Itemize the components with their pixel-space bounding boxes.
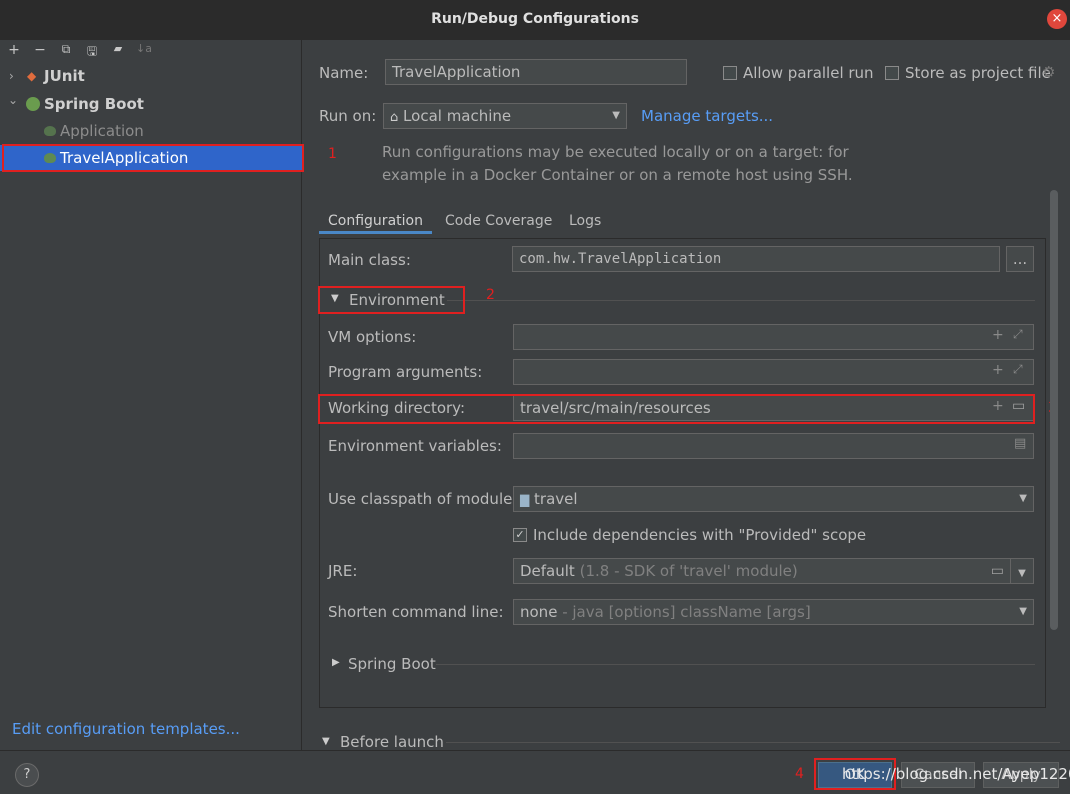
title-bar: Run/Debug Configurations — [0, 0, 1070, 40]
help-button[interactable]: ? — [15, 763, 39, 787]
tab-configuration[interactable]: Configuration — [319, 208, 432, 234]
before-launch-toggle[interactable]: Before launch — [340, 733, 444, 751]
environment-variables-label: Environment variables: — [328, 437, 502, 455]
triangle-right-icon[interactable]: ▶ — [332, 657, 340, 668]
manage-targets-link[interactable]: Manage targets... — [641, 107, 773, 125]
main-class-label: Main class: — [328, 251, 411, 269]
jre-dropdown-button[interactable]: ▼ — [1010, 558, 1034, 584]
jre-hint: (1.8 - SDK of 'travel' module) — [579, 562, 798, 580]
vm-options-input[interactable] — [513, 324, 1034, 350]
tree-item-label: Spring Boot — [44, 95, 144, 113]
environment-variables-input[interactable] — [513, 433, 1034, 459]
store-as-project-label: Store as project file — [905, 64, 1051, 82]
chevron-down-icon[interactable]: ⌄ — [8, 87, 18, 113]
program-arguments-input[interactable] — [513, 359, 1034, 385]
shorten-cmd-value: none — [520, 603, 558, 621]
classpath-module-value: travel — [534, 490, 578, 508]
tree-item-junit[interactable]: › ◆ JUnit — [0, 63, 302, 89]
chevron-down-icon: ▼ — [1019, 606, 1027, 617]
chevron-down-icon: ▼ — [1018, 568, 1026, 579]
highlight-box-2 — [318, 286, 465, 314]
annotation-number: 2 — [486, 287, 495, 303]
window-title: Run/Debug Configurations — [431, 11, 639, 27]
junit-icon: ◆ — [27, 69, 37, 83]
scrollbar[interactable] — [1050, 190, 1058, 630]
chevron-down-icon: ▼ — [612, 110, 620, 121]
close-button[interactable]: × — [1047, 9, 1067, 29]
expand-icon[interactable]: ⤢ — [1013, 362, 1023, 377]
copy-icon[interactable]: ⧉ — [57, 42, 75, 57]
watermark: https://blog.csdn.net/Ayep1220 — [842, 765, 1070, 783]
jre-value: Default — [520, 562, 575, 580]
remove-icon[interactable]: − — [31, 42, 49, 58]
spring-boot-app-icon — [44, 126, 56, 136]
tree-item-application[interactable]: Application — [0, 118, 302, 144]
divider — [436, 664, 1035, 665]
include-provided-checkbox[interactable]: ✓ — [513, 528, 527, 542]
folder-icon[interactable]: ▭ — [991, 559, 1004, 583]
tree-item-label: Application — [60, 122, 144, 140]
jre-select[interactable]: Default (1.8 - SDK of 'travel' module) ▭ — [513, 558, 1011, 584]
shorten-cmd-hint: - java [options] className [args] — [562, 603, 811, 621]
include-provided-label: Include dependencies with "Provided" sco… — [533, 526, 867, 544]
expand-icon[interactable]: ⤢ — [1013, 327, 1023, 342]
allow-parallel-checkbox[interactable] — [723, 66, 737, 80]
program-arguments-label: Program arguments: — [328, 363, 483, 381]
chevron-right-icon[interactable]: › — [9, 63, 14, 89]
folder-icon[interactable]: ▰ — [109, 42, 127, 55]
save-icon[interactable]: 🖫 — [83, 42, 101, 63]
triangle-down-icon[interactable]: ▼ — [322, 736, 330, 747]
allow-parallel-label: Allow parallel run — [743, 64, 874, 82]
sort-icon[interactable]: ↓a — [135, 42, 153, 55]
main-class-input[interactable]: com.hw.TravelApplication — [512, 246, 1000, 272]
store-as-project-checkbox[interactable] — [885, 66, 899, 80]
browse-button[interactable]: ... — [1006, 246, 1034, 272]
annotation-number: 4 — [795, 766, 804, 782]
document-icon[interactable]: ▤ — [1014, 436, 1026, 451]
name-input[interactable]: TravelApplication — [385, 59, 687, 85]
highlight-box-3 — [318, 394, 1035, 424]
classpath-module-select[interactable]: ▇ travel ▼ — [513, 486, 1034, 512]
divider — [447, 300, 1035, 301]
tree-item-label: JUnit — [44, 67, 85, 85]
shorten-cmd-label: Shorten command line: — [328, 603, 504, 621]
divider — [446, 742, 1060, 743]
plus-icon[interactable]: + — [992, 362, 1004, 378]
spring-boot-icon — [26, 97, 40, 111]
run-on-select[interactable]: ⌂ Local machine ▼ — [383, 103, 627, 129]
module-folder-icon: ▇ — [520, 493, 530, 507]
plus-icon[interactable]: + — [992, 327, 1004, 343]
add-icon[interactable]: + — [5, 42, 23, 58]
annotation-number: 1 — [328, 146, 337, 162]
name-label: Name: — [319, 64, 369, 82]
tab-logs[interactable]: Logs — [569, 208, 601, 234]
home-icon: ⌂ — [390, 110, 399, 125]
run-on-description-line: Run configurations may be executed local… — [382, 143, 849, 161]
tree-item-spring-boot[interactable]: ⌄ Spring Boot — [0, 91, 302, 117]
chevron-down-icon: ▼ — [1019, 493, 1027, 504]
gear-icon[interactable]: ⚙ — [1042, 63, 1055, 81]
tab-code-coverage[interactable]: Code Coverage — [445, 208, 552, 234]
vm-options-label: VM options: — [328, 328, 417, 346]
edit-templates-link[interactable]: Edit configuration templates... — [12, 720, 240, 738]
jre-label: JRE: — [328, 562, 358, 580]
spring-boot-section-toggle[interactable]: Spring Boot — [348, 655, 436, 673]
classpath-module-label: Use classpath of module: — [328, 490, 518, 508]
run-on-description-line: example in a Docker Container or on a re… — [382, 166, 853, 184]
run-on-label: Run on: — [319, 107, 377, 125]
shorten-cmd-select[interactable]: none - java [options] className [args] ▼ — [513, 599, 1034, 625]
run-on-value: Local machine — [403, 107, 512, 125]
highlight-box-1 — [2, 144, 304, 172]
